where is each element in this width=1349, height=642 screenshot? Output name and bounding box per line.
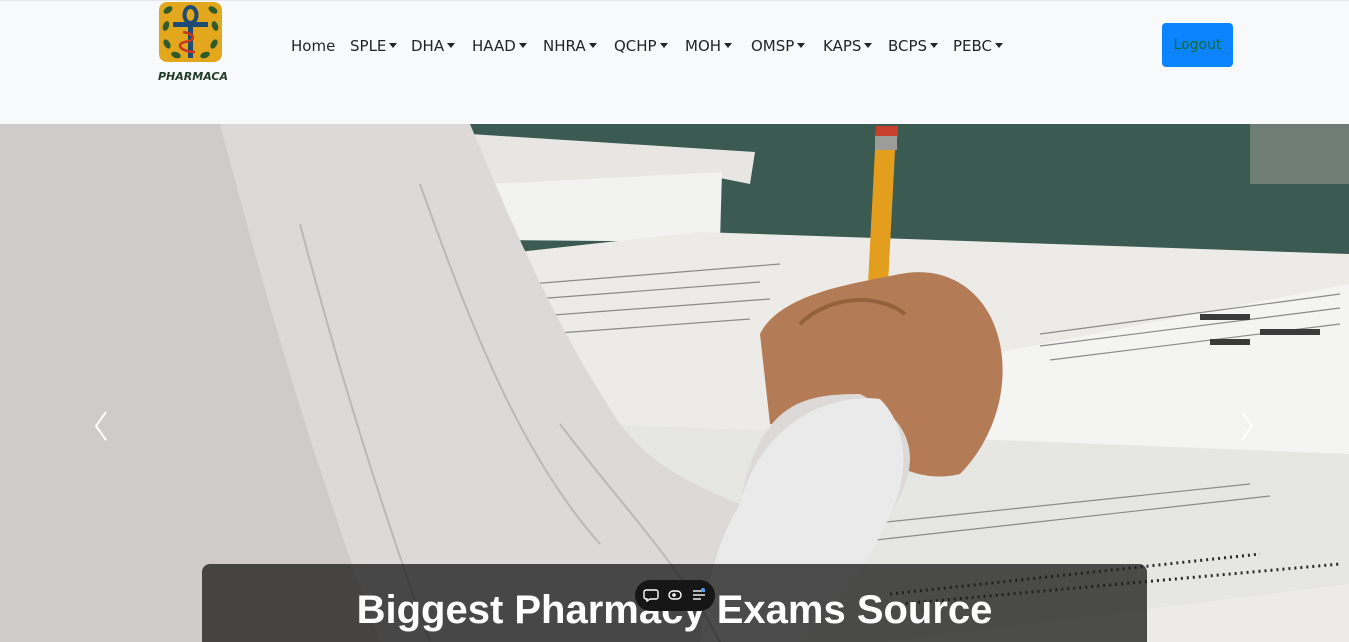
nav-sple-dropdown[interactable]: SPLE — [350, 35, 398, 57]
nav-dha-label: DHA — [411, 37, 445, 55]
nav-bcps-dropdown[interactable]: BCPS — [888, 35, 939, 57]
pharmaca-logo[interactable]: PHARMACA — [158, 2, 228, 90]
nav-kaps-dropdown[interactable]: KAPS — [823, 35, 873, 57]
nav-qchp-dropdown[interactable]: QCHP — [614, 35, 668, 57]
caret-down-icon — [864, 43, 873, 48]
nav-haad-dropdown[interactable]: HAAD — [472, 35, 527, 57]
nav-nhra-label: NHRA — [543, 37, 586, 55]
caret-down-icon — [588, 43, 597, 48]
nav-pebc-dropdown[interactable]: PEBC — [953, 35, 1004, 57]
caret-down-icon — [447, 43, 456, 48]
nav-omsp-dropdown[interactable]: OMSP — [751, 35, 806, 57]
top-navbar: PHARMACA Home SPLE DHA HAAD NHRA QCHP MO… — [0, 0, 1349, 124]
nav-moh-label: MOH — [685, 37, 722, 55]
carousel-next-control[interactable] — [1232, 408, 1262, 444]
chat-icon[interactable] — [643, 587, 659, 603]
caret-down-icon — [995, 43, 1004, 48]
nav-nhra-dropdown[interactable]: NHRA — [543, 35, 597, 57]
floating-toolbar — [635, 580, 715, 611]
logo-wordmark: PHARMACA — [158, 70, 228, 83]
nav-dha-dropdown[interactable]: DHA — [411, 35, 456, 57]
caret-down-icon — [659, 43, 668, 48]
nav-haad-label: HAAD — [472, 37, 516, 55]
nav-kaps-label: KAPS — [823, 37, 862, 55]
caret-down-icon — [518, 43, 527, 48]
nav-home-label: Home — [291, 37, 336, 55]
nav-omsp-label: OMSP — [751, 37, 795, 55]
eye-icon[interactable] — [667, 587, 683, 603]
carousel-prev-control[interactable] — [86, 408, 116, 444]
logout-button[interactable]: Logout — [1162, 23, 1233, 67]
logo-emblem — [159, 2, 222, 62]
chevron-left-icon — [94, 411, 107, 441]
hero-carousel: Biggest Pharmacy Exams Source — [0, 124, 1349, 642]
caret-down-icon — [797, 43, 806, 48]
caret-down-icon — [724, 43, 733, 48]
caret-down-icon — [389, 43, 398, 48]
nav-home[interactable]: Home — [291, 35, 335, 57]
caret-down-icon — [930, 43, 939, 48]
nav-bcps-label: BCPS — [888, 37, 928, 55]
chevron-right-icon — [1241, 411, 1254, 441]
nav-pebc-label: PEBC — [953, 37, 993, 55]
nav-sple-label: SPLE — [350, 37, 387, 55]
nav-qchp-label: QCHP — [614, 37, 657, 55]
nav-moh-dropdown[interactable]: MOH — [685, 35, 733, 57]
settings-list-icon[interactable] — [691, 587, 707, 603]
